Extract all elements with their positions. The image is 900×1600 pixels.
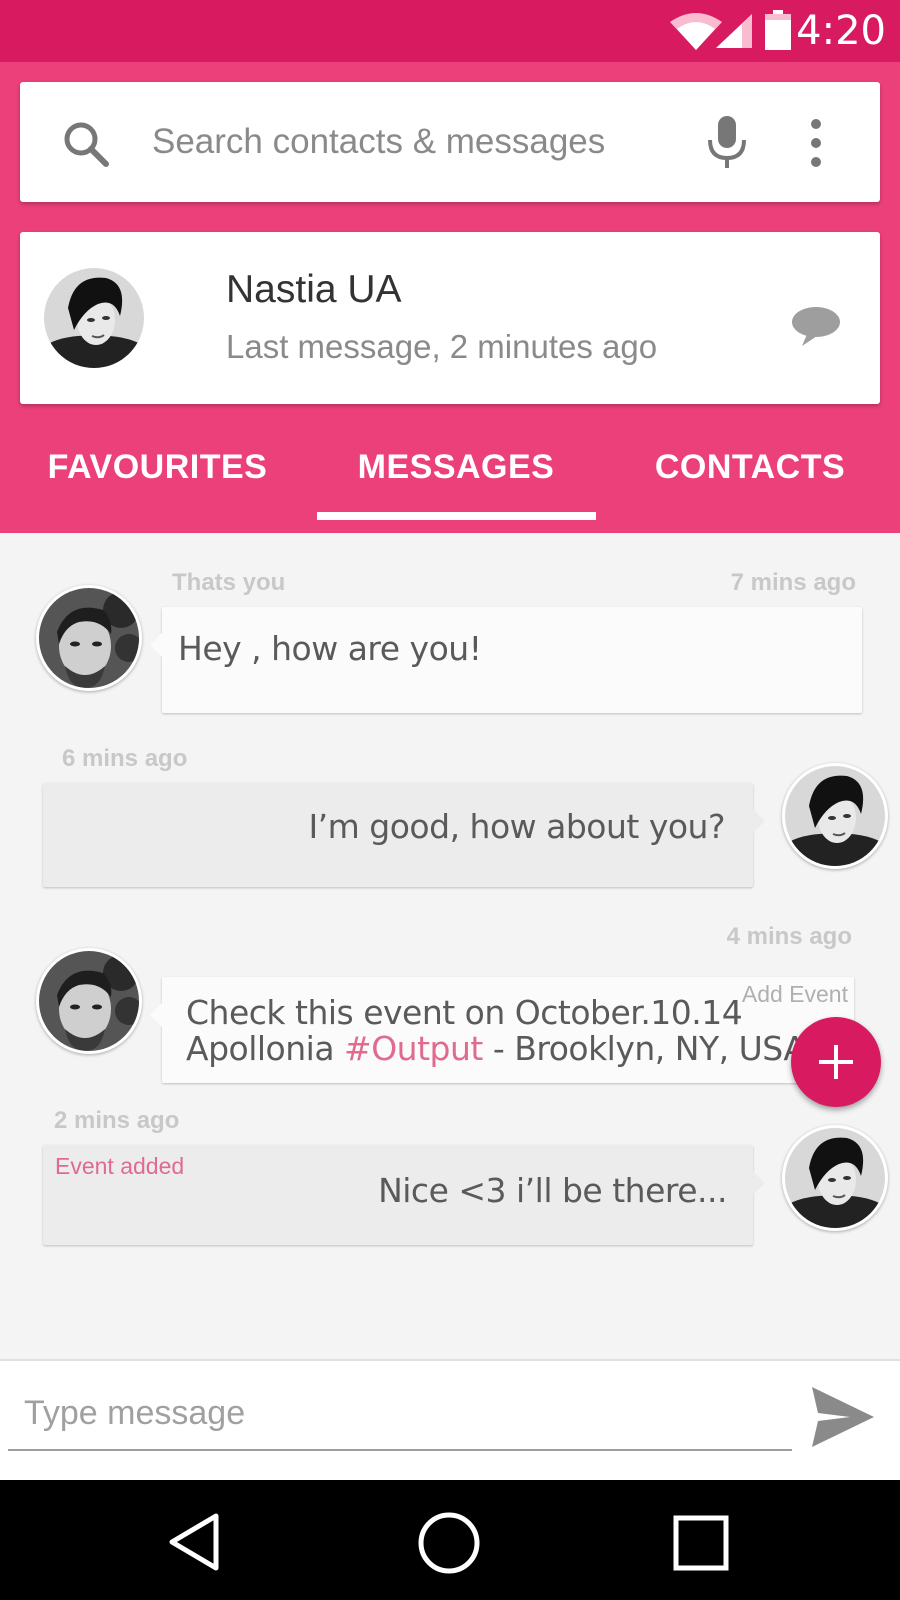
compose-bar xyxy=(0,1359,900,1480)
contact-last-message: Last message, 2 minutes ago xyxy=(226,328,658,365)
message-list[interactable]: Thats you 7 mins ago Hey , how are you! … xyxy=(0,533,900,1359)
message-time: 4 mins ago xyxy=(726,923,852,950)
search-bar xyxy=(20,82,880,202)
event-venue: Apollonia xyxy=(186,1029,345,1068)
tab-bar: FAVOURITES MESSAGES CONTACTS xyxy=(0,442,900,533)
system-nav-bar xyxy=(0,1480,900,1600)
message-text-line2: Apollonia #Output - Brooklyn, NY, USA xyxy=(186,1029,806,1068)
plus-icon xyxy=(819,1045,853,1079)
event-added-label: Event added xyxy=(55,1153,185,1179)
message-input[interactable] xyxy=(8,1377,792,1451)
tab-favourites[interactable]: FAVOURITES xyxy=(20,448,295,508)
recents-icon[interactable] xyxy=(672,1514,730,1572)
tab-indicator xyxy=(317,512,596,520)
status-time: 4:20 xyxy=(796,8,886,54)
event-location: - Brooklyn, NY, USA xyxy=(482,1029,806,1068)
chat-bubble-icon[interactable] xyxy=(788,304,840,348)
contact-name: Nastia UA xyxy=(226,268,402,311)
status-bar: 4:20 xyxy=(0,0,900,62)
battery-icon xyxy=(765,10,791,50)
app-header: Nastia UA Last message, 2 minutes ago FA… xyxy=(0,62,900,533)
message-time: 2 mins ago xyxy=(54,1107,180,1134)
avatar-contact[interactable] xyxy=(782,763,888,869)
hashtag-link[interactable]: #Output xyxy=(344,1029,483,1068)
message-bubble-event[interactable]: Add Event Check this event on October.10… xyxy=(150,977,854,1083)
message-sender-label: Thats you xyxy=(172,569,286,596)
mic-icon[interactable] xyxy=(706,114,748,170)
contact-card[interactable]: Nastia UA Last message, 2 minutes ago xyxy=(20,232,880,404)
message-time: 6 mins ago xyxy=(62,745,188,772)
message-text: Nice <3 i’ll be there... xyxy=(378,1171,727,1210)
message-bubble[interactable]: I’m good, how about you? xyxy=(43,783,765,887)
message-text-line1: Check this event on October.10.14 xyxy=(186,993,743,1032)
avatar-me[interactable] xyxy=(36,948,142,1054)
message-text: Hey , how are you! xyxy=(178,629,482,668)
avatar-contact[interactable] xyxy=(782,1125,888,1231)
send-icon[interactable] xyxy=(810,1385,876,1449)
add-event-label[interactable]: Add Event xyxy=(742,981,848,1008)
more-vert-icon[interactable] xyxy=(808,118,824,168)
search-input[interactable] xyxy=(152,112,672,172)
home-icon[interactable] xyxy=(416,1510,482,1576)
search-icon[interactable] xyxy=(58,116,114,172)
avatar-me[interactable] xyxy=(36,585,142,691)
tab-contacts[interactable]: CONTACTS xyxy=(612,448,888,508)
back-icon[interactable] xyxy=(164,1510,228,1574)
signal-icon xyxy=(716,14,752,48)
contact-avatar xyxy=(44,268,144,368)
message-bubble[interactable]: Hey , how are you! xyxy=(150,607,862,713)
add-event-button[interactable] xyxy=(791,1017,881,1107)
message-text: I’m good, how about you? xyxy=(308,807,725,846)
message-time: 7 mins ago xyxy=(730,569,856,596)
tab-messages[interactable]: MESSAGES xyxy=(317,448,595,508)
message-bubble[interactable]: Event added Nice <3 i’ll be there... xyxy=(43,1145,765,1245)
